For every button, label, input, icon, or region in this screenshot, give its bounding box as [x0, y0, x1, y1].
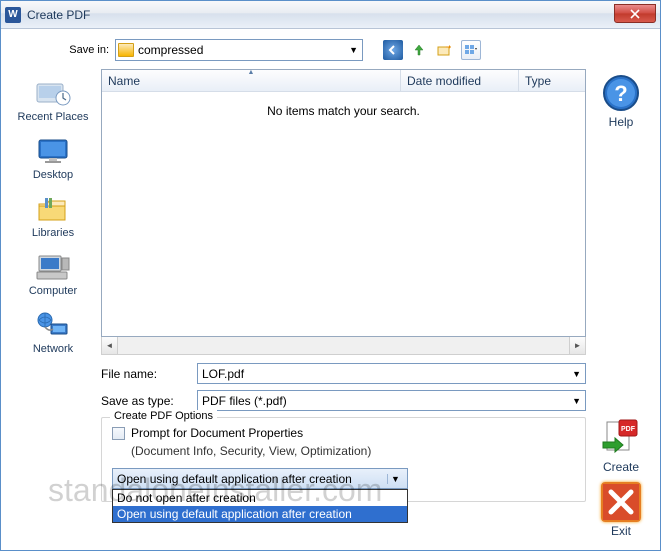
- libraries-icon: [33, 193, 73, 225]
- place-computer[interactable]: Computer: [11, 247, 95, 301]
- after-creation-combo[interactable]: Open using default application after cre…: [112, 468, 408, 489]
- save-in-value: compressed: [138, 43, 349, 57]
- file-fields: File name: LOF.pdf ▼ Save as type: PDF f…: [101, 355, 586, 415]
- right-buttons: ? Help PDF Create Exit: [592, 69, 650, 542]
- create-button[interactable]: PDF Create: [601, 414, 641, 478]
- create-pdf-dialog: W Create PDF Save in: compressed ▼: [0, 0, 661, 551]
- place-label: Libraries: [32, 227, 74, 239]
- create-label: Create: [603, 460, 639, 474]
- place-label: Network: [33, 343, 73, 355]
- exit-button[interactable]: Exit: [601, 478, 641, 542]
- place-label: Recent Places: [18, 111, 89, 123]
- center-panel: Name Date modified Type No items match y…: [101, 69, 586, 542]
- filename-value: LOF.pdf: [202, 367, 244, 381]
- place-network[interactable]: Network: [11, 305, 95, 359]
- savetype-label: Save as type:: [101, 394, 189, 408]
- options-legend: Create PDF Options: [110, 410, 217, 422]
- svg-text:PDF: PDF: [621, 426, 636, 433]
- word-icon: W: [5, 7, 21, 23]
- after-creation-selected: Open using default application after cre…: [117, 472, 352, 486]
- after-creation-option-open-default[interactable]: Open using default application after cre…: [113, 506, 407, 522]
- save-in-combo[interactable]: compressed ▼: [115, 39, 363, 61]
- after-creation-dropdown-wrap: Open using default application after cre…: [112, 468, 575, 489]
- file-list-header: Name Date modified Type: [102, 70, 585, 92]
- place-label: Computer: [29, 285, 77, 297]
- desktop-icon: [33, 135, 73, 167]
- chevron-down-icon: ▼: [349, 45, 360, 55]
- prompt-properties-checkbox[interactable]: [112, 427, 125, 440]
- col-type[interactable]: Type: [519, 70, 585, 91]
- scroll-left-arrow[interactable]: ◄: [102, 337, 118, 354]
- help-button[interactable]: ? Help: [601, 69, 641, 133]
- window-title: Create PDF: [27, 8, 614, 22]
- savetype-value: PDF files (*.pdf): [202, 394, 287, 408]
- chevron-down-icon: ▼: [572, 396, 581, 406]
- exit-label: Exit: [611, 524, 631, 538]
- scroll-right-arrow[interactable]: ►: [569, 337, 585, 354]
- save-in-row: Save in: compressed ▼: [11, 37, 650, 69]
- create-pdf-options-group: Create PDF Options Prompt for Document P…: [101, 417, 586, 502]
- svg-text:?: ?: [614, 81, 627, 106]
- back-button[interactable]: [383, 40, 403, 60]
- prompt-properties-label: Prompt for Document Properties: [131, 426, 303, 440]
- save-in-label: Save in:: [51, 44, 109, 56]
- horizontal-scrollbar[interactable]: ◄ ►: [101, 337, 586, 355]
- place-recent[interactable]: Recent Places: [11, 73, 95, 127]
- savetype-combo[interactable]: PDF files (*.pdf) ▼: [197, 390, 586, 411]
- after-creation-option-do-not-open[interactable]: Do not open after creation: [113, 490, 407, 506]
- exit-icon: [601, 482, 641, 522]
- recent-places-icon: [33, 77, 73, 109]
- nav-icons: [383, 40, 481, 60]
- places-bar: Recent Places Desktop Libraries: [11, 69, 95, 542]
- col-date-modified[interactable]: Date modified: [401, 70, 519, 91]
- folder-icon: [118, 43, 134, 57]
- place-label: Desktop: [33, 169, 73, 181]
- filename-label: File name:: [101, 367, 189, 381]
- chevron-down-icon[interactable]: ▼: [387, 474, 403, 484]
- file-list[interactable]: Name Date modified Type No items match y…: [101, 69, 586, 337]
- create-icon: PDF: [601, 418, 641, 458]
- titlebar[interactable]: W Create PDF: [1, 1, 660, 29]
- chevron-down-icon: ▼: [572, 369, 581, 379]
- new-folder-button[interactable]: [435, 40, 455, 60]
- help-icon: ?: [601, 73, 641, 113]
- computer-icon: [33, 251, 73, 283]
- place-desktop[interactable]: Desktop: [11, 131, 95, 185]
- col-name[interactable]: Name: [102, 70, 401, 91]
- help-label: Help: [609, 115, 634, 129]
- place-libraries[interactable]: Libraries: [11, 189, 95, 243]
- view-menu-button[interactable]: [461, 40, 481, 60]
- up-one-level-button[interactable]: [409, 40, 429, 60]
- prompt-properties-sublabel: (Document Info, Security, View, Optimiza…: [131, 444, 575, 458]
- after-creation-list: Do not open after creation Open using de…: [112, 489, 408, 523]
- close-button[interactable]: [614, 4, 656, 23]
- network-icon: [33, 309, 73, 341]
- filename-input[interactable]: LOF.pdf ▼: [197, 363, 586, 384]
- empty-message: No items match your search.: [102, 92, 585, 336]
